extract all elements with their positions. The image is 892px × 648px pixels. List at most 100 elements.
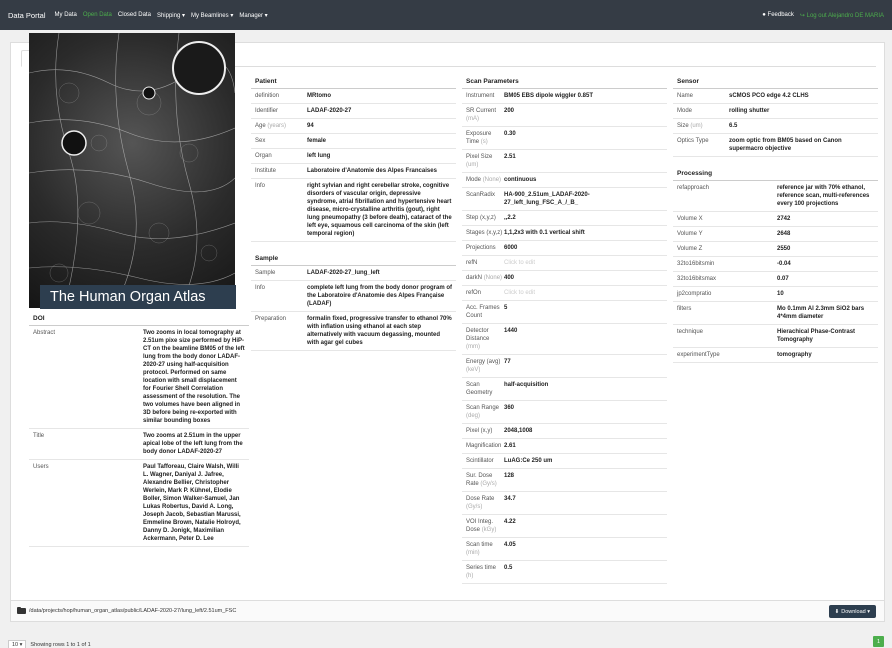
table-row: Volume X 2742 bbox=[673, 212, 878, 227]
row-value: 6.5 bbox=[729, 123, 738, 129]
row-key: Size (um) bbox=[677, 122, 729, 130]
nav-item-5[interactable]: Manager ▾ bbox=[239, 12, 267, 19]
row-key: Magnification bbox=[466, 442, 504, 450]
row-value: 1440 bbox=[504, 328, 518, 334]
row-key-label: Abstract bbox=[33, 330, 56, 336]
table-row: experimentType tomography bbox=[673, 348, 878, 363]
table-row: Sur. Dose Rate (Gy/s) 128 bbox=[462, 469, 667, 492]
row-key-label: Optics Type bbox=[677, 138, 709, 144]
nav-item-3[interactable]: Shipping ▾ bbox=[157, 12, 185, 19]
row-value: Paul Tafforeau, Claire Walsh, Willi L. W… bbox=[143, 464, 241, 542]
row-key: Stages (x,y,z) bbox=[466, 229, 504, 237]
page-button-1[interactable]: 1 bbox=[873, 636, 884, 647]
row-key: Users bbox=[33, 463, 143, 543]
feedback-link[interactable]: ● Feedback bbox=[762, 12, 794, 18]
row-key: Identifier bbox=[255, 107, 307, 115]
row-key-label: Stages (x,y,z) bbox=[466, 230, 503, 236]
row-key-label: Size bbox=[677, 123, 689, 129]
row-key: jp2compratio bbox=[677, 290, 777, 298]
row-key-label: Acc. Frames Count bbox=[466, 305, 500, 319]
table-row: SR Current (mA) 200 bbox=[462, 104, 667, 127]
nav-items: My Data Open Data Closed Data Shipping ▾ My … bbox=[55, 12, 274, 19]
table-row: Age (years) 94 bbox=[251, 119, 456, 134]
table-row: technique Hierachical Phase-Contrast Tomo… bbox=[673, 325, 878, 348]
row-key: refOn bbox=[466, 289, 504, 297]
rows-info: Showing rows 1 to 1 of 1 bbox=[30, 642, 91, 648]
row-key-label: jp2compratio bbox=[677, 291, 712, 297]
row-key: Dose Rate (Gy/s) bbox=[466, 495, 504, 511]
row-key-label: Age bbox=[255, 123, 266, 129]
row-value: 4.22 bbox=[504, 519, 516, 525]
row-key-label: Dose Rate bbox=[466, 496, 495, 502]
row-key-unit: (kGy) bbox=[481, 527, 497, 533]
row-value[interactable]: Click to edit bbox=[504, 289, 663, 297]
row-key: experimentType bbox=[677, 351, 777, 359]
table-row: definition MRtomo bbox=[251, 89, 456, 104]
page-size-select[interactable]: 10 ▾ bbox=[8, 640, 27, 648]
row-key: Sex bbox=[255, 137, 307, 145]
row-key-label: Sex bbox=[255, 138, 266, 144]
row-key-label: Scan time bbox=[466, 542, 493, 548]
table-row: 32to16bitsmin -0.04 bbox=[673, 257, 878, 272]
row-key-unit: (mm) bbox=[466, 344, 480, 350]
row-key-label: Volume Z bbox=[677, 246, 703, 252]
row-key-label: filters bbox=[677, 306, 692, 312]
row-key-label: refapproach bbox=[677, 185, 710, 191]
row-value[interactable]: Click to edit bbox=[504, 259, 663, 267]
row-value: -0.04 bbox=[777, 261, 791, 267]
row-value: 94 bbox=[307, 123, 314, 129]
dataset-thumbnail bbox=[29, 33, 235, 308]
row-key: ScanRadix bbox=[466, 191, 504, 207]
navbar: Data Portal My Data Open Data Closed Data S… bbox=[0, 0, 892, 30]
row-value: 0.5 bbox=[504, 565, 513, 571]
table-row: Projections 6000 bbox=[462, 241, 667, 256]
table-row: darkN (None) 400 bbox=[462, 271, 667, 286]
row-value: 34.7 bbox=[504, 496, 516, 502]
row-key: Optics Type bbox=[677, 137, 729, 153]
row-key-unit: (min) bbox=[466, 550, 480, 556]
table-row: Step (x,y,z) ,,2.2 bbox=[462, 211, 667, 226]
row-key: Mode (None) bbox=[466, 176, 504, 184]
row-key-label: Title bbox=[33, 433, 45, 439]
table-row: Institute Laboratoire d'Anatomie des Alpe… bbox=[251, 164, 456, 179]
row-key-label: refOn bbox=[466, 290, 482, 296]
table-row: Energy (avg) (keV) 77 bbox=[462, 355, 667, 378]
row-key: Title bbox=[33, 432, 143, 456]
sensor-title: Sensor bbox=[673, 75, 878, 89]
table-row: Volume Z 2550 bbox=[673, 242, 878, 257]
row-key: Exposure Time (s) bbox=[466, 130, 504, 146]
row-key-unit: (keV) bbox=[466, 367, 481, 373]
doi-table: Abstract Two zooms in local tomography at… bbox=[29, 326, 249, 547]
row-key: Scan Geometry bbox=[466, 381, 504, 397]
row-key: Acc. Frames Count bbox=[466, 304, 504, 320]
table-row: Info right sylvian and right cerebellar s… bbox=[251, 179, 456, 242]
nav-item-0[interactable]: My Data bbox=[55, 12, 77, 19]
row-key: Volume Y bbox=[677, 230, 777, 238]
row-key-label: Scan Geometry bbox=[466, 382, 493, 396]
row-value: 10 bbox=[777, 291, 784, 297]
download-button[interactable]: ⬇ Download ▾ bbox=[828, 605, 876, 618]
row-key-label: Institute bbox=[255, 168, 277, 174]
table-row: Size (um) 6.5 bbox=[673, 119, 878, 134]
logout-link[interactable]: ↪ Log out Alejandro DE MARIA bbox=[800, 12, 884, 19]
nav-item-2[interactable]: Closed Data bbox=[118, 12, 151, 19]
table-row: Dose Rate (Gy/s) 34.7 bbox=[462, 492, 667, 515]
row-key-label: Info bbox=[255, 183, 266, 189]
pagination-footer: 10 ▾ Showing rows 1 to 1 of 1 bbox=[8, 640, 91, 648]
row-key-label: Pixel Size bbox=[466, 154, 493, 160]
row-key: technique bbox=[677, 328, 777, 344]
row-key-unit: (None) bbox=[483, 275, 503, 281]
nav-item-1[interactable]: Open Data bbox=[83, 12, 112, 19]
row-value: zoom optic from BM05 based on Canon supe… bbox=[729, 138, 842, 152]
nav-item-4[interactable]: My Beamlines ▾ bbox=[191, 12, 233, 19]
brand[interactable]: Data Portal bbox=[8, 11, 46, 20]
row-value: Hierachical Phase-Contrast Tomography bbox=[777, 329, 856, 343]
row-value: 2648 bbox=[777, 231, 791, 237]
table-row: Series time (h) 0.5 bbox=[462, 561, 667, 584]
row-key-label: darkN bbox=[466, 275, 483, 281]
row-key-label: Organ bbox=[255, 153, 272, 159]
row-key-label: Identifier bbox=[255, 108, 279, 114]
row-key-label: Magnification bbox=[466, 443, 502, 449]
row-key-unit: (None) bbox=[482, 177, 502, 183]
dataset-path: /data/projects/hop/human_organ_atlas/pub… bbox=[29, 608, 237, 614]
